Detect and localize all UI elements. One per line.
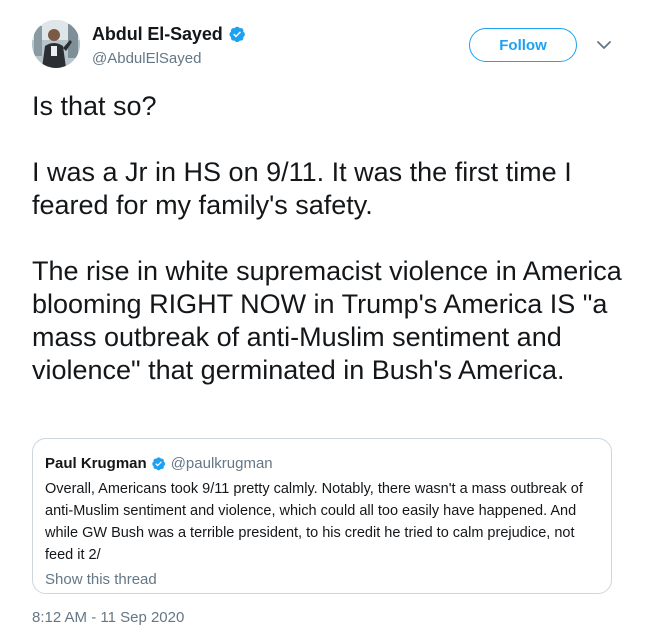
verified-badge-icon [151,456,166,471]
chevron-down-icon[interactable] [596,38,612,50]
follow-button[interactable]: Follow [469,28,577,62]
author-block: Abdul El-Sayed @AbdulElSayed [92,24,246,67]
avatar[interactable] [32,20,80,68]
tweet-card: Abdul El-Sayed @AbdulElSayed Follow Is t… [0,0,650,633]
tweet-text: Is that so? I was a Jr in HS on 9/11. It… [32,91,622,385]
tweet-timestamp[interactable]: 8:12 AM - 11 Sep 2020 [32,609,184,626]
quoted-author-name: Paul Krugman [45,454,147,472]
avatar-photo [32,20,80,68]
quoted-tweet[interactable]: Paul Krugman @paulkrugman Overall, Ameri… [32,438,612,594]
quoted-tweet-text: Overall, Americans took 9/11 pretty calm… [45,481,583,563]
author-display-name[interactable]: Abdul El-Sayed [92,24,223,45]
quoted-author-handle: @paulkrugman [170,454,273,472]
verified-badge-icon [228,25,246,43]
show-thread-link[interactable]: Show this thread [45,571,157,588]
author-handle[interactable]: @AbdulElSayed [92,50,246,67]
